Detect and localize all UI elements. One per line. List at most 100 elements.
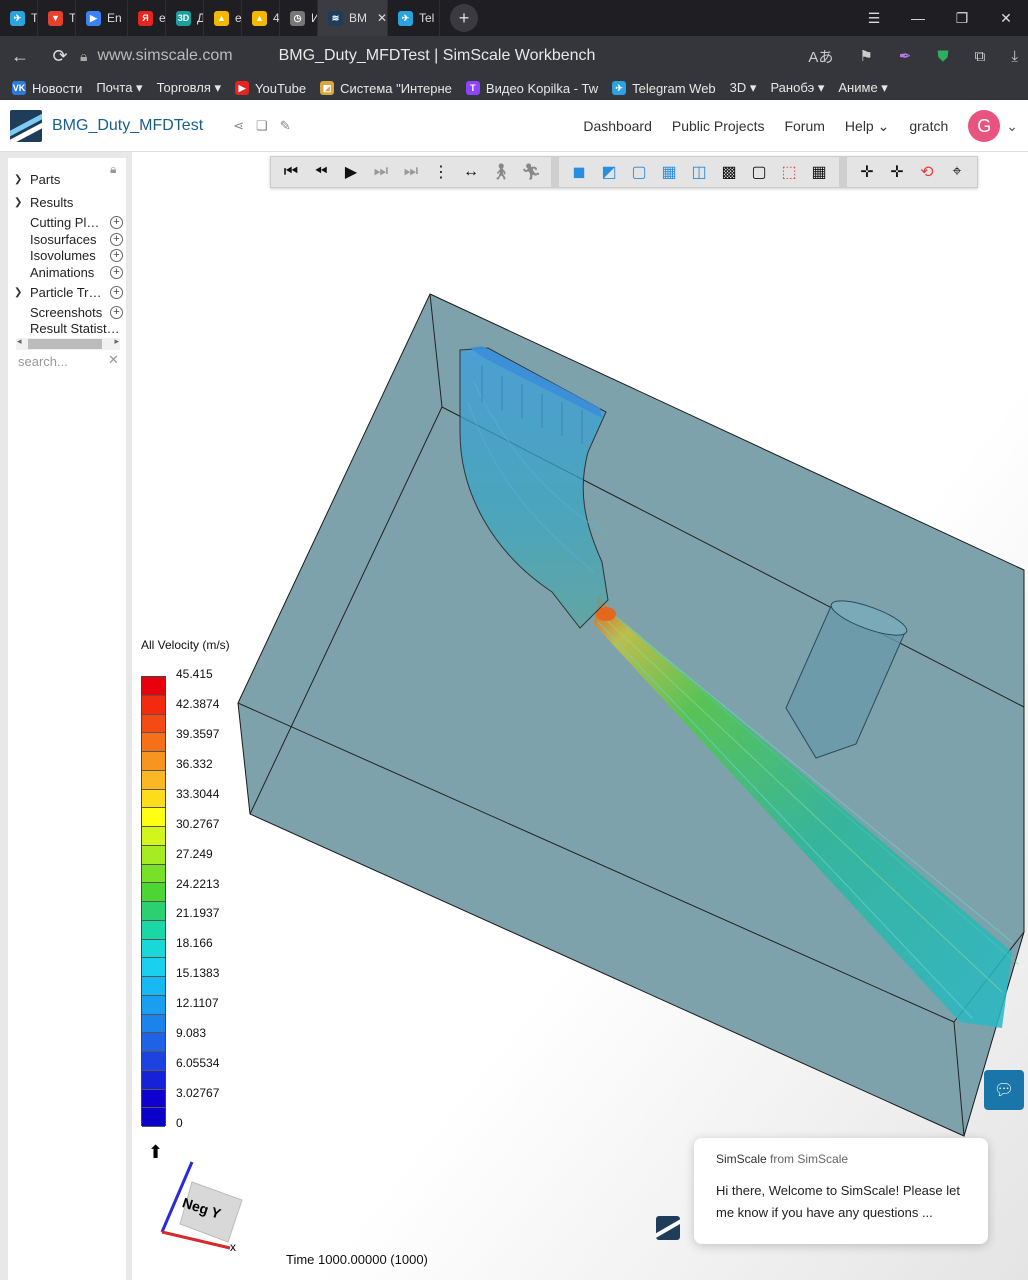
fit-view-icon[interactable]: ↔: [457, 158, 485, 186]
add-icon[interactable]: +: [110, 286, 123, 299]
lock-icon[interactable]: 🔒︎: [80, 48, 87, 65]
more-options-icon[interactable]: ⋮: [427, 158, 455, 186]
bookmark-item[interactable]: Аниме ▾: [838, 80, 887, 96]
tree-item[interactable]: ❯ Results: [8, 195, 126, 210]
avatar-menu-chevron-icon[interactable]: ⌄: [1006, 118, 1018, 135]
tree-item[interactable]: Isosurfaces +: [8, 232, 126, 247]
share-icon[interactable]: ⋖: [233, 118, 244, 134]
transparent-view-icon[interactable]: ◫: [685, 158, 713, 186]
mesh-wire-icon[interactable]: ▦: [805, 158, 833, 186]
nav-link[interactable]: Help ⌄: [845, 118, 889, 135]
tree-search-input[interactable]: search...: [18, 354, 68, 369]
bookmark-item[interactable]: Торговля ▾: [157, 80, 221, 96]
url-field[interactable]: www.simscale.com: [97, 47, 232, 65]
bookmark-item[interactable]: T Видео Kopilka - Tw: [465, 81, 598, 96]
close-tab-icon[interactable]: ✕: [377, 11, 387, 25]
rotate-axes-icon[interactable]: ⟲: [913, 158, 941, 186]
browser-tab[interactable]: ▲ 4020: [242, 0, 280, 36]
simscale-logo[interactable]: [10, 109, 42, 142]
expand-arrow-icon[interactable]: ❯: [14, 287, 24, 298]
wireframe-icon[interactable]: ▩: [715, 158, 743, 186]
clear-search-icon[interactable]: ✕: [108, 352, 119, 368]
surface-view-icon[interactable]: ▢: [625, 158, 653, 186]
bookmark-item[interactable]: Ранобэ ▾: [770, 80, 824, 96]
scrollbar-thumb[interactable]: [28, 339, 102, 349]
3d-viewer[interactable]: ⏮ ⏪︎ ▶ ⏭︎ ⏭ ⋮ ↔ 🚶︎ 🏃︎ ◼ ◩ ▢ ▦ ◫ ▩ ▢ ⬚ ▦ …: [132, 152, 1028, 1280]
edge-probe-icon[interactable]: ✛: [883, 158, 911, 186]
bookmark-item[interactable]: VK Новости: [12, 81, 82, 96]
tree-item[interactable]: Isovolumes +: [8, 248, 126, 263]
new-tab-button[interactable]: +: [450, 4, 478, 32]
add-icon[interactable]: +: [110, 249, 123, 262]
tree-item[interactable]: Animations +: [8, 265, 126, 280]
run-icon[interactable]: 🏃︎: [517, 158, 545, 186]
shield-icon[interactable]: ⛊: [937, 48, 948, 65]
scroll-left-icon[interactable]: ◂: [17, 336, 22, 347]
add-icon[interactable]: +: [110, 233, 123, 246]
mesh-surface-icon[interactable]: ▦: [655, 158, 683, 186]
reload-icon[interactable]: ⟳: [40, 46, 80, 67]
play-icon[interactable]: ▶: [337, 158, 365, 186]
project-name[interactable]: BMG_Duty_MFDTest: [52, 117, 203, 135]
browser-tab[interactable]: ✈ Tel: [388, 0, 440, 36]
time-label: Time 1000.00000 (1000): [286, 1252, 428, 1267]
bookmark-item[interactable]: Почта ▾: [96, 80, 142, 96]
center-target-icon[interactable]: ⌖: [943, 158, 971, 186]
nav-link[interactable]: Forum: [784, 118, 824, 134]
outline-icon[interactable]: ▢: [745, 158, 773, 186]
tree-item[interactable]: ❯ Parts: [8, 172, 126, 187]
copy-icon[interactable]: ❏: [256, 118, 268, 134]
first-frame-icon[interactable]: ⏮: [277, 158, 305, 186]
hidden-edges-icon[interactable]: ⬚: [775, 158, 803, 186]
add-icon[interactable]: +: [110, 216, 123, 229]
tree-item[interactable]: ❯ Particle Tr… +: [8, 285, 126, 300]
browser-tab[interactable]: ▼ Турбо: [38, 0, 76, 36]
point-probe-icon[interactable]: ✛: [853, 158, 881, 186]
browser-tab[interactable]: ✈ Teleg: [0, 0, 38, 36]
avatar[interactable]: G: [968, 110, 1001, 142]
bookmark-item[interactable]: ✈ Telegram Web: [612, 81, 716, 96]
viewport-canvas[interactable]: [132, 152, 1028, 1280]
chat-message-card[interactable]: SimScale from SimScale Hi there, Welcome…: [694, 1138, 988, 1244]
extensions-icon[interactable]: ⧉: [975, 48, 986, 65]
tree-scrollbar[interactable]: ◂ ▸: [16, 336, 120, 350]
bookmark-item[interactable]: ◩ Система "Интерне: [320, 81, 452, 96]
minimize-button[interactable]: —: [896, 10, 940, 26]
prev-frame-icon[interactable]: ⏪︎: [307, 158, 335, 186]
bookmark-item[interactable]: 3D ▾: [730, 80, 757, 96]
translate-icon[interactable]: Aあ: [808, 46, 833, 67]
back-icon[interactable]: ←: [0, 46, 40, 67]
expand-arrow-icon[interactable]: ❯: [14, 197, 24, 208]
tree-item[interactable]: Screenshots +: [8, 305, 126, 320]
tree-item[interactable]: Cutting Pl… +: [8, 215, 126, 230]
chat-button[interactable]: 💬︎: [984, 1070, 1024, 1110]
nav-link[interactable]: Dashboard: [583, 118, 652, 134]
tab-list-icon[interactable]: ☰: [852, 10, 896, 27]
browser-tab[interactable]: ▲ e3d v: [204, 0, 242, 36]
bookmark-icon[interactable]: ⚑: [859, 47, 872, 65]
axes-gizmo[interactable]: ⬆ Neg Y x: [148, 1142, 252, 1254]
solid-edges-icon[interactable]: ◩: [595, 158, 623, 186]
add-icon[interactable]: +: [110, 266, 123, 279]
close-window-button[interactable]: ✕: [984, 10, 1028, 27]
scroll-right-icon[interactable]: ▸: [114, 336, 119, 347]
expand-arrow-icon[interactable]: ❯: [14, 174, 24, 185]
restore-button[interactable]: ❐: [940, 10, 984, 27]
browser-tab[interactable]: Яe3d v: [128, 0, 166, 36]
browser-tab[interactable]: ▶ En: [76, 0, 128, 36]
bookmark-item[interactable]: ▶ YouTube: [235, 81, 306, 96]
nav-link[interactable]: Public Projects: [672, 118, 765, 134]
add-icon[interactable]: +: [110, 306, 123, 319]
nav-link[interactable]: gratch: [909, 118, 948, 134]
feather-icon[interactable]: ✒: [899, 47, 912, 65]
download-icon[interactable]: ⤓: [1011, 48, 1018, 65]
last-frame-icon[interactable]: ⏭: [397, 158, 425, 186]
browser-tab[interactable]: ◷ Истор: [280, 0, 318, 36]
edit-icon[interactable]: ✎: [280, 118, 291, 134]
browser-tab[interactable]: 3D Дора6: [166, 0, 204, 36]
solid-view-icon[interactable]: ◼: [565, 158, 593, 186]
tree-item[interactable]: Result Statist…: [8, 321, 126, 336]
browser-tab[interactable]: ≋ BM ✕: [318, 0, 388, 36]
next-frame-icon[interactable]: ⏭︎: [367, 158, 395, 186]
walk-icon[interactable]: 🚶︎: [487, 158, 515, 186]
